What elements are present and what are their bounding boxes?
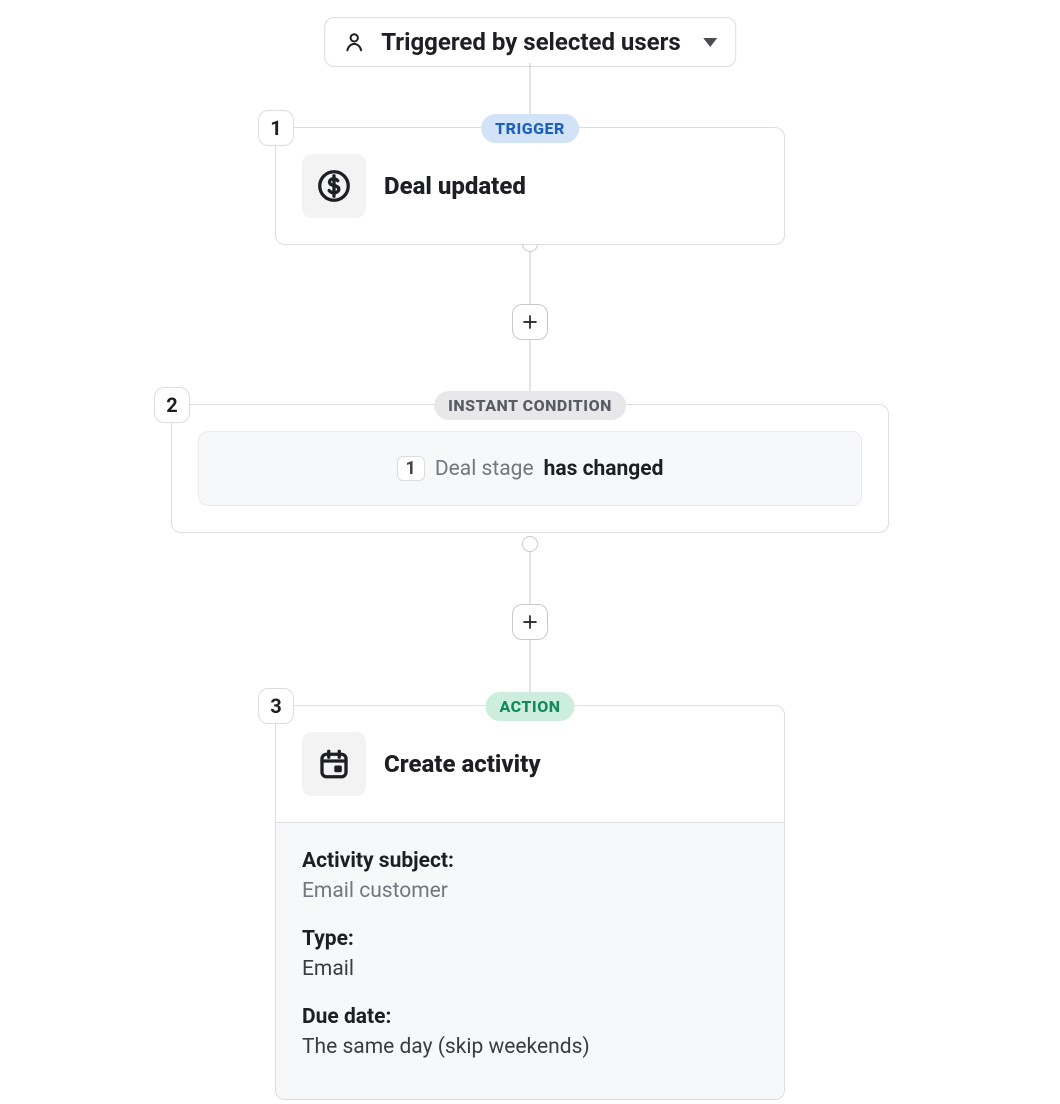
condition-row[interactable]: 1 Deal stage has changed	[198, 431, 862, 506]
plus-icon	[521, 313, 539, 331]
step-number-badge: 2	[154, 387, 190, 423]
detail-row: Due date: The same day (skip weekends)	[302, 1005, 758, 1059]
step-type-pill: INSTANT CONDITION	[434, 391, 626, 420]
detail-value: Email	[302, 957, 758, 981]
condition-operator: has changed	[544, 457, 664, 481]
step-trigger[interactable]: 1 TRIGGER Deal updated	[275, 127, 785, 245]
step-action[interactable]: 3 ACTION Create activity Activity subjec…	[275, 705, 785, 1100]
detail-value: The same day (skip weekends)	[302, 1035, 758, 1059]
plus-icon	[521, 613, 539, 631]
triggered-by-select[interactable]: Triggered by selected users	[324, 17, 736, 67]
step-condition[interactable]: 2 INSTANT CONDITION 1 Deal stage has cha…	[171, 404, 889, 533]
step-header: Create activity	[276, 706, 784, 822]
step-title: Deal updated	[384, 172, 526, 200]
detail-row: Activity subject: Email customer	[302, 849, 758, 903]
chevron-down-icon	[703, 38, 717, 47]
add-step-button[interactable]	[512, 604, 548, 640]
condition-ref-badge: 1	[397, 456, 425, 481]
detail-label: Type:	[302, 927, 758, 951]
triggered-by-label: Triggered by selected users	[381, 28, 681, 56]
connector-outlet	[522, 536, 538, 552]
condition-body: 1 Deal stage has changed	[172, 405, 888, 532]
workflow-canvas: Triggered by selected users 1 TRIGGER	[0, 0, 1060, 1104]
detail-label: Due date:	[302, 1005, 758, 1029]
step-title: Create activity	[384, 750, 541, 778]
step-type-pill: TRIGGER	[481, 114, 579, 143]
detail-row: Type: Email	[302, 927, 758, 981]
step-number-badge: 1	[258, 110, 294, 146]
detail-value: Email customer	[302, 879, 758, 903]
person-icon	[343, 30, 365, 54]
calendar-icon	[302, 732, 366, 796]
condition-field: Deal stage	[435, 457, 534, 481]
step-header: Deal updated	[276, 128, 784, 244]
add-step-button[interactable]	[512, 304, 548, 340]
detail-label: Activity subject:	[302, 849, 758, 873]
step-number-badge: 3	[258, 688, 294, 724]
dollar-circle-icon	[302, 154, 366, 218]
action-details: Activity subject: Email customer Type: E…	[276, 822, 784, 1099]
step-type-pill: ACTION	[486, 692, 575, 721]
